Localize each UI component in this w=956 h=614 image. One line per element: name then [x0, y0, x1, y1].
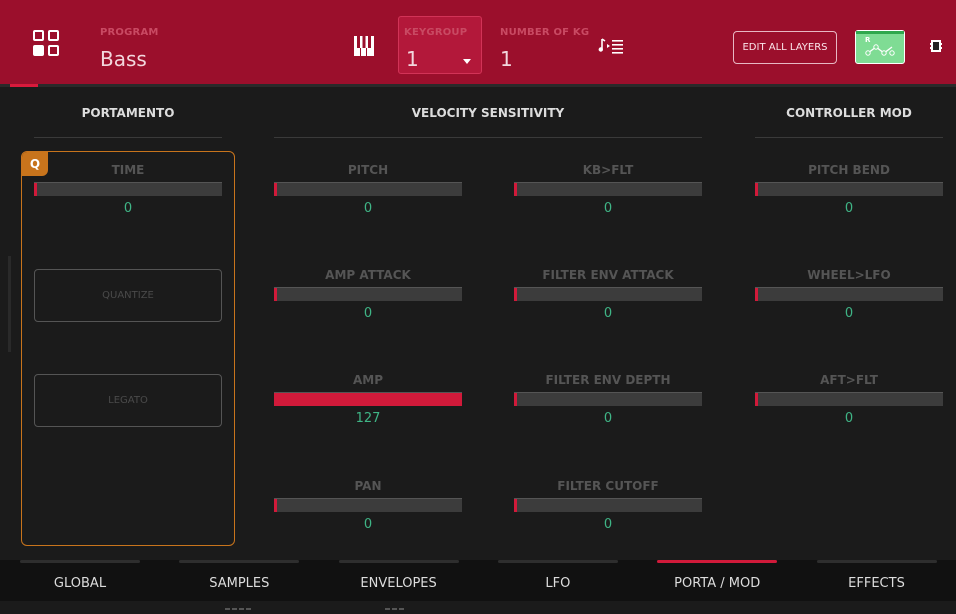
keygroup-label: KEYGROUP [404, 27, 467, 38]
pitch-label: PITCH [274, 163, 462, 177]
time-value: 0 [34, 201, 222, 216]
pan-value: 0 [274, 517, 462, 532]
velocity-sensitivity-title: VELOCITY SENSITIVITY [274, 106, 702, 120]
filter-cutoff-label: FILTER CUTOFF [514, 479, 702, 493]
filter-cutoff-value: 0 [514, 517, 702, 532]
wheel-lfo-slider[interactable] [755, 287, 943, 301]
pitch-bend-label: PITCH BEND [755, 163, 943, 177]
keyboard-icon[interactable] [353, 35, 375, 57]
amp-slider[interactable] [274, 392, 462, 406]
tab-effects[interactable]: EFFECTS [797, 560, 956, 601]
aft-flt-slider[interactable] [755, 392, 943, 406]
tab-label: PORTA / MOD [637, 576, 797, 591]
filter-env-depth-slider-fill [514, 393, 517, 406]
pan-slider[interactable] [274, 498, 462, 512]
header-accent [10, 84, 38, 87]
amp-attack-slider[interactable] [274, 287, 462, 301]
filter-env-depth-slider[interactable] [514, 392, 702, 406]
program-label: PROGRAM [100, 27, 159, 38]
tab-porta-mod[interactable]: PORTA / MOD [637, 560, 797, 601]
time-label: TIME [34, 163, 222, 177]
controller-rule [755, 137, 943, 138]
portamento-rule [34, 137, 222, 138]
aft-flt-value: 0 [755, 411, 943, 426]
grid-icon[interactable] [33, 30, 61, 58]
number-of-kg-value[interactable]: 1 [500, 47, 513, 71]
kb-flt-value: 0 [514, 201, 702, 216]
quantize-button[interactable]: QUANTIZE [34, 269, 222, 322]
pan-label: PAN [274, 479, 462, 493]
tab-indicator [179, 560, 299, 563]
amp-attack-value: 0 [274, 306, 462, 321]
kb-flt-slider[interactable] [514, 182, 702, 196]
tab-page-dots [225, 595, 253, 597]
tab-global[interactable]: GLOBAL [0, 560, 160, 601]
tab-indicator [339, 560, 459, 563]
amp-attack-slider-fill [274, 288, 277, 301]
tab-label: ENVELOPES [319, 576, 479, 591]
tab-indicator [498, 560, 618, 563]
amp-value: 127 [274, 411, 462, 426]
filter-env-attack-value: 0 [514, 306, 702, 321]
edit-all-layers-button[interactable]: EDIT ALL LAYERS [733, 31, 837, 64]
controller-mod-title: CONTROLLER MOD [755, 106, 943, 120]
pitch-bend-value: 0 [755, 201, 943, 216]
tab-indicator [657, 560, 777, 563]
tab-indicator [20, 560, 140, 563]
pan-slider-fill [274, 499, 277, 512]
pitch-slider[interactable] [274, 182, 462, 196]
kb-flt-slider-fill [514, 183, 517, 196]
amp-slider-fill [274, 393, 462, 406]
amp-attack-label: AMP ATTACK [274, 268, 462, 282]
time-slider[interactable] [34, 182, 222, 196]
header-divider [0, 84, 956, 87]
tab-samples[interactable]: SAMPLES [159, 560, 319, 601]
aft-flt-slider-fill [755, 393, 758, 406]
aft-flt-label: AFT>FLT [755, 373, 943, 387]
legato-button[interactable]: LEGATO [34, 374, 222, 427]
filter-env-attack-slider-fill [514, 288, 517, 301]
filter-env-attack-label: FILTER ENV ATTACK [514, 268, 702, 282]
side-handle[interactable] [8, 256, 11, 352]
tab-label: LFO [478, 576, 638, 591]
wheel-lfo-label: WHEEL>LFO [755, 268, 943, 282]
filter-env-depth-label: FILTER ENV DEPTH [514, 373, 702, 387]
kb-flt-label: KB>FLT [514, 163, 702, 177]
tab-indicator [817, 560, 937, 563]
pitch-slider-fill [274, 183, 277, 196]
time-slider-fill [34, 183, 37, 196]
tab-envelopes[interactable]: ENVELOPES [319, 560, 479, 601]
tab-label: SAMPLES [159, 576, 319, 591]
wheel-lfo-slider-fill [755, 288, 758, 301]
mod-matrix-top-bar [856, 31, 904, 34]
wheel-lfo-value: 0 [755, 306, 943, 321]
filter-cutoff-slider-fill [514, 499, 517, 512]
tab-lfo[interactable]: LFO [478, 560, 638, 601]
pitch-bend-slider-fill [755, 183, 758, 196]
portamento-title: PORTAMENTO [34, 106, 222, 120]
mod-matrix-button[interactable]: R [855, 30, 905, 64]
velocity-rule [274, 137, 702, 138]
battery-icon [930, 38, 942, 54]
tab-label: EFFECTS [797, 576, 956, 591]
filter-cutoff-slider[interactable] [514, 498, 702, 512]
mod-matrix-letter: R [865, 36, 870, 44]
program-name[interactable]: Bass [100, 47, 147, 71]
filter-env-depth-value: 0 [514, 411, 702, 426]
pitch-value: 0 [274, 201, 462, 216]
note-list-icon[interactable] [598, 36, 624, 56]
pitch-bend-slider[interactable] [755, 182, 943, 196]
keygroup-value: 1 [406, 47, 419, 71]
number-of-kg-label: NUMBER OF KG [500, 27, 589, 38]
tab-page-dots [385, 595, 413, 597]
amp-label: AMP [274, 373, 462, 387]
dropdown-arrow-icon [463, 59, 471, 65]
tab-label: GLOBAL [0, 576, 160, 591]
filter-env-attack-slider[interactable] [514, 287, 702, 301]
